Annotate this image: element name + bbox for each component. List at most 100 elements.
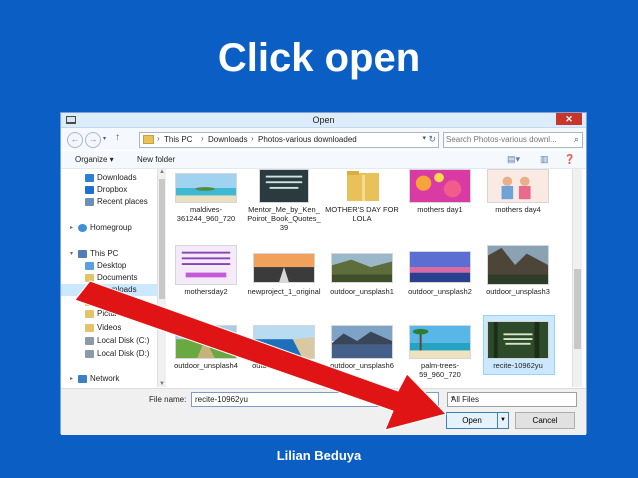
- sidebar-item-label: Downloads: [97, 173, 137, 182]
- file-name: mothersday2: [184, 287, 228, 296]
- file-type-select[interactable]: All Files ▾: [447, 392, 577, 407]
- chevron-right-icon[interactable]: ▸: [70, 224, 73, 231]
- drive-icon: [85, 350, 94, 358]
- sidebar-item-network[interactable]: ▸ Network: [61, 373, 157, 385]
- computer-icon: [78, 250, 87, 258]
- documents-folder-icon: [85, 274, 94, 282]
- sidebar-item-local-disk-d[interactable]: Local Disk (D:): [61, 348, 157, 360]
- close-button[interactable]: ✕: [556, 113, 582, 125]
- view-options-icon[interactable]: ▤▾: [507, 154, 520, 164]
- palms-thumbnail: [409, 325, 471, 359]
- file-name: maldives-361244_960_720: [176, 205, 236, 223]
- navigation-pane: Downloads Dropbox Recent places ▸ Homegr…: [61, 169, 166, 387]
- dialog-title: Open: [312, 115, 335, 125]
- sidebar-item-downloads-pc[interactable]: Downloads: [61, 284, 157, 296]
- address-bar[interactable]: › This PC › Downloads › Photos-various d…: [139, 132, 439, 148]
- scroll-up-icon[interactable]: ▲: [158, 169, 166, 175]
- up-arrow-icon[interactable]: ↑: [115, 132, 120, 143]
- file-name-field[interactable]: recite-10962yu: [191, 392, 439, 407]
- purple-text-thumbnail: [175, 245, 237, 285]
- file-name: MOTHER'S DAY FOR LOLA: [325, 205, 399, 223]
- forward-button[interactable]: →: [85, 132, 101, 148]
- sidebar-item-desktop[interactable]: Desktop: [61, 260, 157, 272]
- sidebar-item-recent-places[interactable]: Recent places: [61, 196, 157, 208]
- recent-locations-icon[interactable]: ▾: [103, 135, 106, 142]
- sidebar-item-label: Homegroup: [90, 223, 132, 232]
- chevron-down-icon[interactable]: ▾: [70, 250, 73, 257]
- family-thumbnail: [487, 169, 549, 203]
- downloads-folder-icon: [85, 174, 94, 182]
- sidebar-item-pictures[interactable]: Pictures: [61, 308, 157, 320]
- sidebar-item-music[interactable]: Music: [61, 296, 157, 308]
- sidebar-item-label: Recent places: [97, 197, 148, 206]
- open-button[interactable]: Open: [446, 412, 498, 429]
- pictures-folder-icon: [85, 310, 94, 318]
- file-name-value: recite-10962yu: [195, 395, 248, 404]
- sidebar-item-homegroup[interactable]: ▸ Homegroup: [61, 222, 157, 234]
- sidebar-item-documents[interactable]: Documents: [61, 272, 157, 284]
- breadcrumb-photos[interactable]: Photos-various downloaded: [258, 135, 357, 144]
- file-list: maldives-361244_960_720 Mentor_Me_by_Ken…: [166, 169, 572, 387]
- sidebar-item-label: Local Disk (D:): [97, 349, 150, 358]
- sidebar-item-label: Pictures: [97, 309, 126, 318]
- scroll-down-icon[interactable]: ▼: [158, 381, 166, 387]
- drive-icon: [85, 337, 94, 345]
- homegroup-icon: [78, 224, 87, 232]
- chevron-down-icon[interactable]: ▾: [422, 134, 426, 142]
- file-list-scrollbar[interactable]: [572, 169, 582, 387]
- search-icon[interactable]: ⌕: [574, 134, 579, 145]
- dialog-titlebar: Open ✕: [61, 113, 586, 128]
- open-file-dialog: Open ✕ ← → ▾ ↑ › This PC › Downloads › P…: [60, 112, 587, 435]
- search-box[interactable]: ⌕: [443, 132, 583, 148]
- file-name: recite-10962yu: [493, 361, 543, 370]
- organize-button[interactable]: Organize ▾: [75, 155, 114, 164]
- scrollbar-thumb[interactable]: [159, 179, 165, 299]
- sidebar-item-label: Documents: [97, 273, 138, 282]
- slide-title: Click open: [217, 36, 421, 80]
- help-icon[interactable]: ❓: [564, 154, 576, 164]
- file-name: outdoor_unsplash3: [486, 287, 550, 296]
- sidebar-item-label: Network: [90, 374, 120, 383]
- new-folder-button[interactable]: New folder: [137, 155, 175, 164]
- breadcrumb-downloads[interactable]: Downloads: [208, 135, 248, 144]
- address-row: ← → ▾ ↑ › This PC › Downloads › Photos-v…: [61, 128, 586, 150]
- sidebar-item-downloads[interactable]: Downloads: [61, 172, 157, 184]
- file-name: outdoor_unsplash2: [408, 287, 472, 296]
- search-input[interactable]: [446, 133, 564, 145]
- sidebar-item-local-disk-c[interactable]: Local Disk (C:): [61, 335, 157, 347]
- sidebar-item-label: Local Disk (C:): [97, 336, 150, 345]
- preview-pane-icon[interactable]: ▥: [540, 154, 552, 164]
- beach-thumbnail: [175, 173, 237, 203]
- sidebar-item-this-pc[interactable]: ▾ This PC: [61, 248, 157, 260]
- sidebar-item-label: This PC: [90, 249, 119, 258]
- back-button[interactable]: ←: [67, 132, 83, 148]
- chevron-right-icon: ›: [157, 134, 160, 143]
- music-folder-icon: [85, 298, 94, 306]
- file-name: outdoor_unsplash5: [252, 361, 316, 370]
- network-icon: [78, 375, 87, 383]
- sidebar-item-label: Music: [97, 297, 118, 306]
- sidebar-item-label: Desktop: [97, 261, 127, 270]
- dialog-footer: File name: recite-10962yu All Files ▾ Op…: [61, 388, 586, 435]
- file-name: outdoor_unsplash6: [330, 361, 394, 370]
- folder-icon: [347, 171, 379, 201]
- sidebar-item-dropbox[interactable]: Dropbox: [61, 184, 157, 196]
- file-name: outdoor_unsplash1: [330, 287, 394, 296]
- recent-places-icon: [85, 198, 94, 206]
- scrollbar-thumb[interactable]: [574, 269, 581, 349]
- sidebar-item-videos[interactable]: Videos: [61, 322, 157, 334]
- sunset-thumbnail: [409, 251, 471, 283]
- field-thumbnail: [175, 325, 237, 359]
- refresh-icon[interactable]: ↻: [428, 134, 436, 145]
- chevron-right-icon[interactable]: ▸: [70, 375, 73, 382]
- slide-footer: Lilian Beduya: [276, 448, 362, 463]
- road-thumbnail: [253, 253, 315, 283]
- file-name: mothers day4: [495, 205, 541, 214]
- open-dropdown-button[interactable]: ▼: [497, 412, 509, 429]
- breadcrumb-this-pc[interactable]: This PC: [164, 135, 192, 144]
- sidebar-scrollbar[interactable]: ▲ ▼: [157, 169, 166, 387]
- cancel-button[interactable]: Cancel: [515, 412, 575, 429]
- cliff-thumbnail: [487, 245, 549, 285]
- downloads-folder-icon: [85, 286, 94, 294]
- chevron-down-icon[interactable]: ▾: [451, 394, 573, 402]
